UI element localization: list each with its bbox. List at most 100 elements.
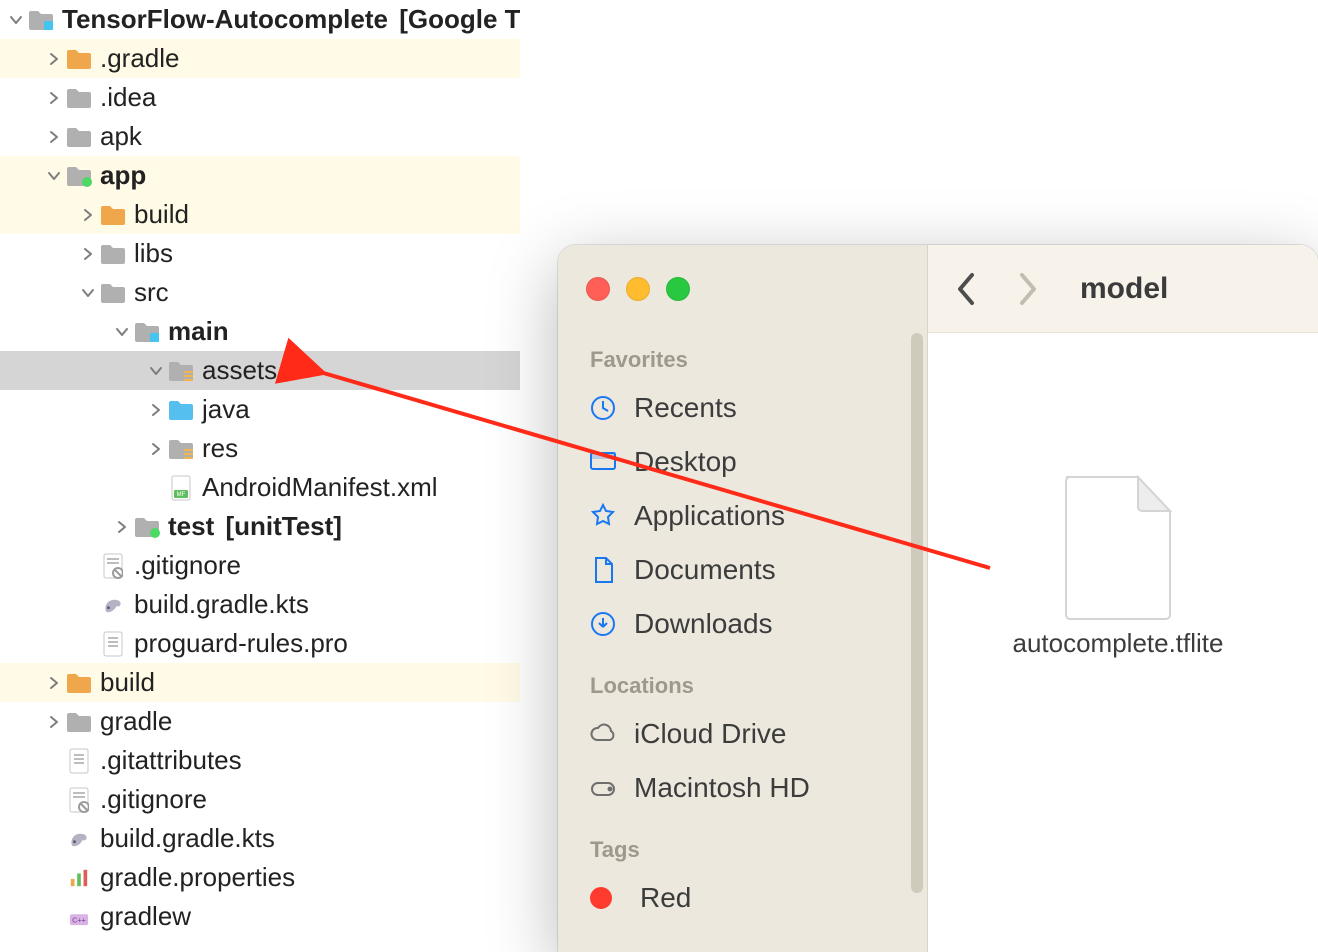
sidebar-item-recents[interactable]: Recents xyxy=(558,381,927,435)
tree-row[interactable]: proguard-rules.pro xyxy=(0,624,520,663)
expand-arrow-icon[interactable] xyxy=(112,325,132,339)
folder-gray-icon xyxy=(98,243,128,265)
expand-arrow-icon[interactable] xyxy=(6,13,26,27)
tree-row[interactable]: app xyxy=(0,156,520,195)
file-name-label: autocomplete.tflite xyxy=(1012,627,1223,660)
disk-icon xyxy=(586,773,620,803)
tree-row[interactable]: gradle xyxy=(0,702,520,741)
resources-icon xyxy=(166,438,196,460)
tree-row[interactable]: .gitignore xyxy=(0,780,520,819)
folder-orange-icon xyxy=(64,48,94,70)
tree-row[interactable]: assets xyxy=(0,351,520,390)
expand-arrow-icon[interactable] xyxy=(78,208,98,222)
manifest-icon: MF xyxy=(166,475,196,501)
expand-arrow-icon[interactable] xyxy=(44,676,64,690)
icloud-icon xyxy=(586,719,620,749)
sidebar-item-documents[interactable]: Documents xyxy=(558,543,927,597)
tree-item-label: test [unitTest] xyxy=(166,511,342,542)
close-window-button[interactable] xyxy=(586,277,610,301)
maximize-window-button[interactable] xyxy=(666,277,690,301)
tree-item-label: TensorFlow-Autocomplete [Google T xyxy=(60,4,520,35)
tree-row[interactable]: .gradle xyxy=(0,39,520,78)
tree-row[interactable]: build.gradle.kts xyxy=(0,819,520,858)
tree-item-label: main xyxy=(166,316,229,347)
sidebar-item-label: iCloud Drive xyxy=(634,718,787,750)
gitignore-icon xyxy=(64,787,94,813)
expand-arrow-icon[interactable] xyxy=(78,247,98,261)
tree-item-label: .idea xyxy=(98,82,156,113)
tree-row[interactable]: .gitignore xyxy=(0,546,520,585)
tree-row[interactable]: java xyxy=(0,390,520,429)
textfile-icon xyxy=(64,748,94,774)
tree-item-label: assets xyxy=(200,355,277,386)
tree-item-label: libs xyxy=(132,238,173,269)
expand-arrow-icon[interactable] xyxy=(146,442,166,456)
sidebar-item-label: Documents xyxy=(634,554,776,586)
tree-row[interactable]: test [unitTest] xyxy=(0,507,520,546)
nav-forward-button[interactable] xyxy=(1008,261,1048,317)
tree-row[interactable]: TensorFlow-Autocomplete [Google T xyxy=(0,0,520,39)
sidebar-item-downloads[interactable]: Downloads xyxy=(558,597,927,651)
tree-row[interactable]: main xyxy=(0,312,520,351)
expand-arrow-icon[interactable] xyxy=(78,286,98,300)
sidebar-item-applications[interactable]: Applications xyxy=(558,489,927,543)
expand-arrow-icon[interactable] xyxy=(146,364,166,378)
file-item[interactable]: autocomplete.tflite xyxy=(978,475,1258,660)
svg-text:MF: MF xyxy=(177,492,186,498)
tree-row[interactable]: build xyxy=(0,663,520,702)
tree-row[interactable]: libs xyxy=(0,234,520,273)
sidebar-scrollbar[interactable] xyxy=(911,333,923,903)
sidebar-item-icloud-drive[interactable]: iCloud Drive xyxy=(558,707,927,761)
tree-item-label: AndroidManifest.xml xyxy=(200,472,438,503)
sidebar-tag-red[interactable]: Red xyxy=(558,871,927,925)
tree-item-label: src xyxy=(132,277,169,308)
tree-item-label: .gitattributes xyxy=(98,745,242,776)
finder-content: model autocomplete.tflite xyxy=(928,245,1318,952)
svg-text:C++: C++ xyxy=(72,915,86,924)
window-controls xyxy=(558,259,927,325)
gradlekts-icon xyxy=(98,592,128,618)
cppfile-icon: C++ xyxy=(64,904,94,930)
folder-gray-icon xyxy=(98,282,128,304)
sidebar-item-macintosh-hd[interactable]: Macintosh HD xyxy=(558,761,927,815)
recents-icon xyxy=(586,393,620,423)
expand-arrow-icon[interactable] xyxy=(44,52,64,66)
expand-arrow-icon[interactable] xyxy=(146,403,166,417)
expand-arrow-icon[interactable] xyxy=(112,520,132,534)
tree-row[interactable]: build.gradle.kts xyxy=(0,585,520,624)
gradlekts-icon xyxy=(64,826,94,852)
tree-item-label: .gradle xyxy=(98,43,180,74)
expand-arrow-icon[interactable] xyxy=(44,91,64,105)
tree-item-label: build xyxy=(132,199,189,230)
documents-icon xyxy=(586,555,620,585)
tree-item-label: .gitignore xyxy=(98,784,207,815)
minimize-window-button[interactable] xyxy=(626,277,650,301)
ide-project-tree: TensorFlow-Autocomplete [Google T .gradle… xyxy=(0,0,520,952)
tree-row[interactable]: .idea xyxy=(0,78,520,117)
locations-section-title: Locations xyxy=(558,651,927,707)
resources-icon xyxy=(166,360,196,382)
tree-row[interactable]: apk xyxy=(0,117,520,156)
tree-item-label: .gitignore xyxy=(132,550,241,581)
tree-row[interactable]: C++gradlew xyxy=(0,897,520,936)
textfile-icon xyxy=(98,631,128,657)
expand-arrow-icon[interactable] xyxy=(44,715,64,729)
finder-toolbar: model xyxy=(928,245,1318,333)
tree-row[interactable]: res xyxy=(0,429,520,468)
expand-arrow-icon[interactable] xyxy=(44,130,64,144)
tree-row[interactable]: src xyxy=(0,273,520,312)
module-gr-icon xyxy=(132,516,162,538)
expand-arrow-icon[interactable] xyxy=(44,169,64,183)
finder-window: Favorites RecentsDesktopApplicationsDocu… xyxy=(558,245,1318,952)
tag-color-icon xyxy=(590,887,612,909)
tree-row[interactable]: gradle.properties xyxy=(0,858,520,897)
folder-gray-icon xyxy=(64,711,94,733)
sidebar-item-desktop[interactable]: Desktop xyxy=(558,435,927,489)
folder-orange-icon xyxy=(64,672,94,694)
folder-gray-icon xyxy=(64,126,94,148)
tree-row[interactable]: .gitattributes xyxy=(0,741,520,780)
desktop-icon xyxy=(586,447,620,477)
nav-back-button[interactable] xyxy=(946,261,986,317)
tree-row[interactable]: MF AndroidManifest.xml xyxy=(0,468,520,507)
tree-row[interactable]: build xyxy=(0,195,520,234)
